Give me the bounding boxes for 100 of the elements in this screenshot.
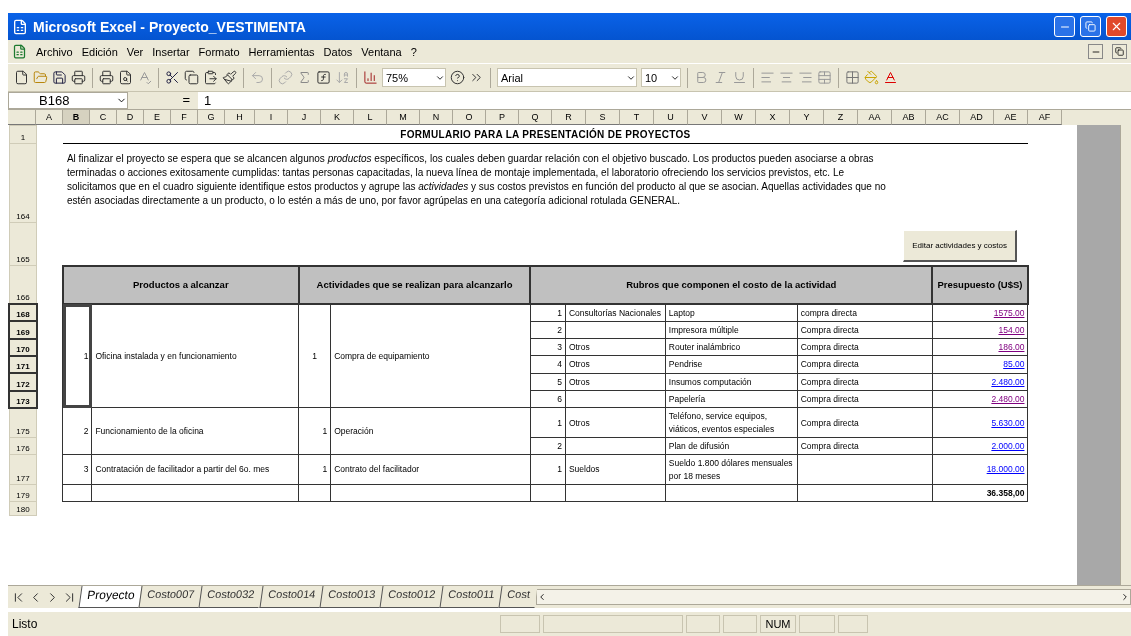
print-preview-icon[interactable] bbox=[118, 70, 133, 85]
zoom-select[interactable]: 75% bbox=[382, 68, 446, 87]
menu-item[interactable]: Ver bbox=[126, 45, 144, 58]
function-icon[interactable] bbox=[316, 70, 331, 85]
align-right-icon[interactable] bbox=[798, 70, 813, 85]
column-header[interactable]: C bbox=[90, 110, 117, 125]
column-header[interactable]: T bbox=[620, 110, 654, 125]
sheet-tab[interactable]: Cost bbox=[498, 586, 538, 608]
menu-item[interactable]: Formato bbox=[198, 45, 240, 58]
align-left-icon[interactable] bbox=[760, 70, 775, 85]
amount-link[interactable]: 18.000.00 bbox=[986, 464, 1025, 475]
row-header[interactable]: 175 bbox=[9, 407, 37, 438]
amount-link[interactable]: 1575.00 bbox=[993, 307, 1025, 318]
column-header[interactable]: AC bbox=[926, 110, 960, 125]
help-icon[interactable] bbox=[450, 70, 465, 85]
amount-link[interactable]: 5.630.00 bbox=[991, 417, 1025, 428]
printer-icon[interactable] bbox=[71, 70, 86, 85]
sum-icon[interactable] bbox=[297, 70, 312, 85]
menu-item[interactable]: Datos bbox=[323, 45, 353, 58]
print-icon[interactable] bbox=[99, 70, 114, 85]
column-header[interactable]: V bbox=[688, 110, 722, 125]
column-header[interactable]: AA bbox=[858, 110, 892, 125]
restore-button[interactable] bbox=[1112, 44, 1127, 59]
cut-icon[interactable] bbox=[165, 70, 180, 85]
menu-item[interactable]: Edición bbox=[81, 45, 118, 58]
amount-link[interactable]: 186.00 bbox=[998, 342, 1025, 353]
paste-icon[interactable] bbox=[203, 70, 218, 85]
column-header[interactable]: U bbox=[654, 110, 688, 125]
amount-link[interactable]: 2.000.00 bbox=[991, 441, 1025, 451]
sheet-tab[interactable]: Costo013 bbox=[319, 586, 383, 608]
column-header[interactable]: K bbox=[321, 110, 354, 125]
row-header[interactable]: 165 bbox=[9, 222, 37, 266]
column-header[interactable]: M bbox=[387, 110, 420, 125]
workbook-icon[interactable] bbox=[12, 44, 27, 59]
horizontal-scrollbar[interactable] bbox=[535, 589, 1131, 605]
equals-sign[interactable]: = bbox=[128, 92, 198, 109]
menu-item[interactable]: Ventana bbox=[361, 45, 402, 58]
column-header[interactable]: Z bbox=[824, 110, 858, 125]
font-color-icon[interactable] bbox=[883, 70, 898, 85]
sheet-tab[interactable]: Costo014 bbox=[259, 586, 323, 608]
select-all-corner[interactable] bbox=[8, 110, 36, 125]
column-header[interactable]: I bbox=[255, 110, 288, 125]
column-header[interactable]: E bbox=[144, 110, 171, 125]
menu-item[interactable]: Insertar bbox=[152, 45, 190, 58]
column-header[interactable]: S bbox=[586, 110, 620, 125]
vertical-scrollbar[interactable] bbox=[1120, 125, 1131, 585]
edit-button[interactable]: Editar actividades y costos bbox=[903, 229, 1017, 262]
column-header[interactable]: AE bbox=[994, 110, 1028, 125]
name-box[interactable]: B168 bbox=[8, 92, 128, 109]
column-header[interactable]: J bbox=[288, 110, 321, 125]
column-header[interactable]: H bbox=[225, 110, 255, 125]
column-header[interactable]: AD bbox=[960, 110, 994, 125]
column-header[interactable]: O bbox=[453, 110, 486, 125]
row-header[interactable]: 1 bbox=[9, 125, 37, 144]
column-header[interactable]: AB bbox=[892, 110, 926, 125]
column-header[interactable]: Y bbox=[790, 110, 824, 125]
column-header[interactable]: G bbox=[198, 110, 225, 125]
menu-item[interactable]: ? bbox=[410, 45, 417, 58]
italic-icon[interactable] bbox=[713, 70, 728, 85]
fill-color-icon[interactable] bbox=[864, 70, 879, 85]
amount-link[interactable]: 85.00 bbox=[1003, 359, 1025, 370]
menu-item[interactable]: Herramientas bbox=[248, 45, 315, 58]
save-icon[interactable] bbox=[52, 70, 67, 85]
column-header[interactable]: W bbox=[722, 110, 756, 125]
column-header[interactable]: AF bbox=[1028, 110, 1062, 125]
column-header[interactable]: F bbox=[171, 110, 198, 125]
close-button[interactable] bbox=[1106, 16, 1127, 37]
menu-item[interactable]: Archivo bbox=[36, 45, 73, 58]
align-center-icon[interactable] bbox=[779, 70, 794, 85]
row-header[interactable]: 164 bbox=[9, 143, 37, 223]
column-header[interactable]: Q bbox=[519, 110, 552, 125]
column-header[interactable]: X bbox=[756, 110, 790, 125]
row-header[interactable]: 166 bbox=[9, 265, 37, 304]
merge-cells-icon[interactable] bbox=[817, 70, 832, 85]
borders-icon[interactable] bbox=[845, 70, 860, 85]
formula-field[interactable]: 1 bbox=[198, 93, 212, 108]
bold-icon[interactable] bbox=[694, 70, 709, 85]
underline-icon[interactable] bbox=[732, 70, 747, 85]
column-header[interactable]: A bbox=[36, 110, 63, 125]
copy-icon[interactable] bbox=[184, 70, 199, 85]
column-header[interactable]: B bbox=[63, 110, 90, 125]
column-header[interactable]: N bbox=[420, 110, 453, 125]
column-header[interactable]: D bbox=[117, 110, 144, 125]
font-select[interactable]: Arial bbox=[497, 68, 637, 87]
column-header[interactable]: L bbox=[354, 110, 387, 125]
sheet-tab[interactable]: Costo012 bbox=[379, 586, 443, 608]
format-painter-icon[interactable] bbox=[222, 70, 237, 85]
sheet-tab[interactable]: Proyecto bbox=[78, 586, 142, 608]
sheet-tab[interactable]: Costo007 bbox=[138, 586, 202, 608]
new-file-icon[interactable] bbox=[14, 70, 29, 85]
column-header[interactable]: R bbox=[552, 110, 586, 125]
chart-icon[interactable] bbox=[363, 70, 378, 85]
row-header[interactable]: 168 bbox=[9, 303, 37, 322]
sheet-tab[interactable]: Costo011 bbox=[439, 586, 502, 608]
column-header[interactable]: P bbox=[486, 110, 519, 125]
row-header[interactable]: 177 bbox=[9, 454, 37, 485]
font-size-select[interactable]: 10 bbox=[641, 68, 681, 87]
scroll-right-icon[interactable] bbox=[1120, 592, 1130, 602]
minimize-button[interactable] bbox=[1088, 44, 1103, 59]
amount-link[interactable]: 154.00 bbox=[998, 324, 1025, 335]
